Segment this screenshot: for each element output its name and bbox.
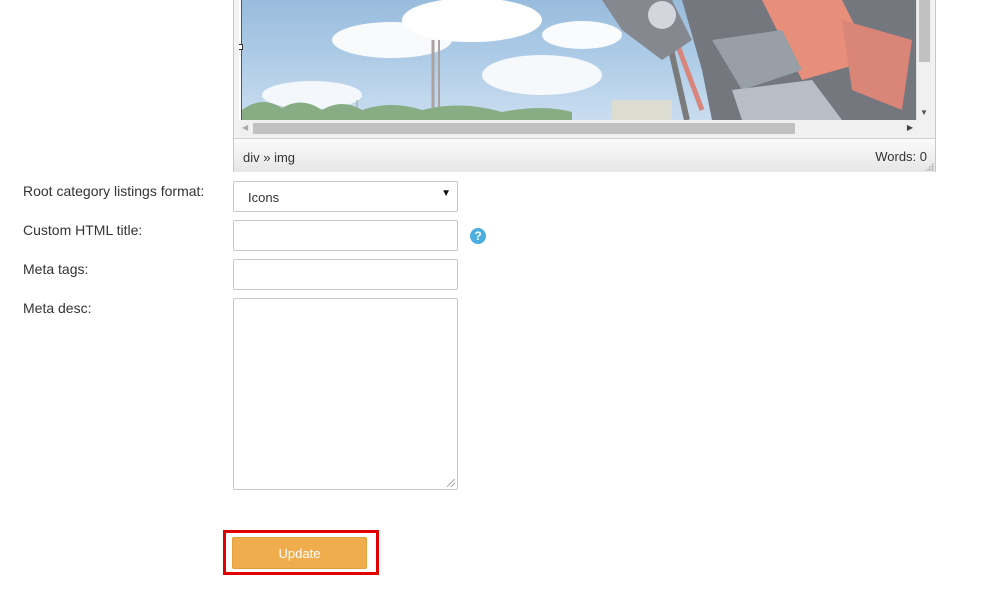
meta-tags-input[interactable] [233,259,458,290]
textarea-resize-grip-icon[interactable] [447,479,455,487]
element-path[interactable]: div » img [243,150,295,165]
editor-horizontal-scrollbar[interactable]: ◀ ▶ [239,120,919,136]
editor-vertical-scrollbar[interactable]: ▼ [916,0,932,120]
scroll-right-arrow-icon[interactable]: ▶ [907,123,913,132]
motocross-photo[interactable] [241,0,920,120]
dropdown-caret-icon: ▼ [441,188,451,199]
html-title-input[interactable] [233,220,458,251]
word-count: Words: 0 [875,149,927,164]
update-button[interactable]: Update [232,537,367,569]
rich-text-editor[interactable]: ▼ ◀ ▶ div » img Words: 0 [233,0,936,172]
vertical-scroll-thumb[interactable] [919,0,930,62]
meta-desc-textarea[interactable] [233,298,458,490]
root-format-select[interactable]: Icons ▼ [233,181,458,212]
root-format-selected-value: Icons [248,190,280,205]
photo-overlay [242,0,920,120]
meta-desc-label: Meta desc: [23,300,92,316]
help-icon[interactable]: ? [470,228,486,244]
editor-status-bar: div » img Words: 0 [234,138,935,172]
image-resize-handle[interactable] [239,44,243,50]
horizontal-scroll-thumb[interactable] [253,123,795,134]
root-format-label: Root category listings format: [23,183,205,199]
editor-content-area[interactable]: ▼ [239,0,932,120]
scroll-left-arrow-icon[interactable]: ◀ [242,123,248,132]
html-title-label: Custom HTML title: [23,222,143,238]
meta-tags-label: Meta tags: [23,261,89,277]
scroll-down-arrow-icon[interactable]: ▼ [920,109,928,117]
